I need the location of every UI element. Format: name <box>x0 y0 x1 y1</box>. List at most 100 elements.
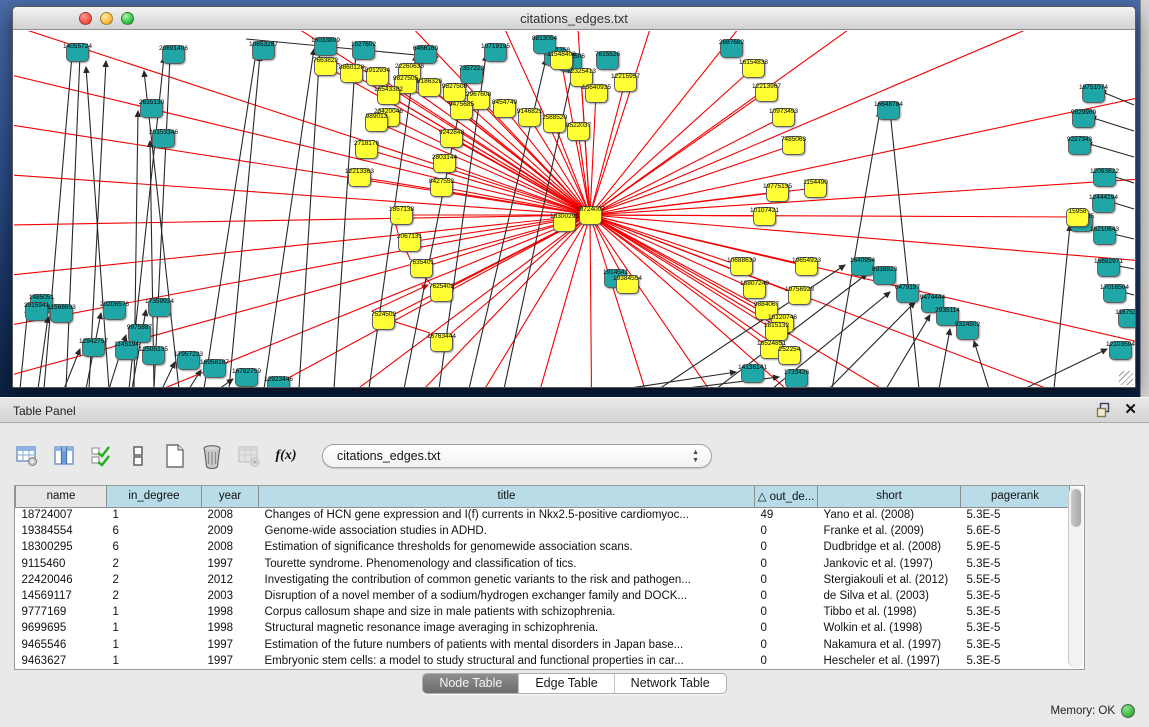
table-cell[interactable]: 2009 <box>202 523 259 539</box>
graph-node[interactable]: 7663822 <box>314 57 337 76</box>
graph-node[interactable]: 14055724 <box>66 43 89 62</box>
graph-node[interactable]: 20153346 <box>152 129 175 148</box>
new-table-button[interactable] <box>162 443 188 469</box>
graph-node[interactable]: 16210643 <box>1093 226 1116 245</box>
table-row[interactable]: 1938455462009Genome-wide association stu… <box>16 523 1070 539</box>
graph-node[interactable]: 16033809 <box>314 37 337 56</box>
table-cell[interactable]: 5.6E-5 <box>961 523 1070 539</box>
table-cell[interactable]: 1 <box>107 653 202 669</box>
network-window[interactable]: citations_edges.txt 14055724206914061065… <box>12 6 1136 388</box>
table-cell[interactable]: 18300295 <box>16 539 107 555</box>
table-row[interactable]: 1872400712008Changes of HCN gene express… <box>16 507 1070 523</box>
graph-node[interactable]: 20691406 <box>162 45 185 64</box>
graph-node[interactable]: 7635401 <box>410 259 433 278</box>
table-cell[interactable]: 6 <box>107 539 202 555</box>
network-window-titlebar[interactable]: citations_edges.txt <box>13 7 1135 30</box>
graph-node[interactable]: 17016504 <box>1103 284 1126 303</box>
graph-node[interactable]: 16543382 <box>377 86 400 105</box>
table-cell[interactable]: 5.3E-5 <box>961 588 1070 604</box>
graph-node[interactable]: 1154490 <box>804 179 827 198</box>
graph-node[interactable]: 12215957 <box>614 73 637 92</box>
graph-node[interactable]: 15958 <box>1066 208 1089 227</box>
table-cell[interactable]: Structural magnetic resonance image aver… <box>259 620 755 636</box>
table-scrollbar[interactable] <box>1068 487 1083 668</box>
graph-node[interactable]: 12923446 <box>267 376 290 387</box>
graph-node[interactable]: 11548408 <box>550 51 573 70</box>
table-cell[interactable]: 5.3E-5 <box>961 604 1070 620</box>
graph-node[interactable]: 1857138 <box>390 206 413 225</box>
graph-node[interactable]: 12213967 <box>755 83 778 102</box>
column-header-name[interactable]: name <box>16 486 107 507</box>
table-cell[interactable]: 0 <box>755 620 818 636</box>
table-cell[interactable]: 2008 <box>202 507 259 523</box>
table-row[interactable]: 969969511998Structural magnetic resonanc… <box>16 620 1070 636</box>
graph-node[interactable]: 8427552 <box>430 178 453 197</box>
table-cell[interactable]: 1997 <box>202 653 259 669</box>
graph-node[interactable]: 1733426 <box>785 369 808 387</box>
graph-node[interactable]: 19756928 <box>788 286 811 305</box>
table-cell[interactable]: 2008 <box>202 539 259 555</box>
table-cell[interactable]: 0 <box>755 588 818 604</box>
table-cell[interactable]: Genome-wide association studies in ADHD. <box>259 523 755 539</box>
table-cell[interactable]: 5.9E-5 <box>961 539 1070 555</box>
table-cell[interactable]: Embryonic stem cells: a model to study s… <box>259 653 755 669</box>
graph-node[interactable]: 16763444 <box>430 333 453 352</box>
graph-node[interactable]: 11675343 <box>1118 309 1135 328</box>
graph-node[interactable]: 6479197 <box>896 284 919 303</box>
table-cell[interactable]: 0 <box>755 572 818 588</box>
graph-node[interactable]: 7615526 <box>596 51 619 70</box>
network-canvas[interactable]: 1405572420691406106532871603380915276026… <box>14 31 1135 387</box>
graph-node[interactable]: 16648784 <box>877 101 900 120</box>
graph-node[interactable]: 7357223 <box>460 65 483 84</box>
graph-node[interactable]: 13640935 <box>585 84 608 103</box>
graph-node[interactable]: 8186328 <box>418 78 441 97</box>
table-cell[interactable]: 0 <box>755 539 818 555</box>
select-columns-button[interactable] <box>88 443 114 469</box>
graph-node[interactable]: 12444194 <box>1092 194 1115 213</box>
table-settings-button[interactable] <box>14 443 40 469</box>
graph-node[interactable]: 16958187 <box>203 359 226 378</box>
column-header-out_de[interactable]: △ out_de... <box>755 486 818 507</box>
graph-node[interactable]: 19654923 <box>795 257 818 276</box>
graph-node[interactable]: 17957223 <box>177 351 200 370</box>
graph-node[interactable]: 252254 <box>778 346 801 365</box>
table-cell[interactable]: Investigating the contribution of common… <box>259 572 755 588</box>
table-cell[interactable]: 1 <box>107 637 202 653</box>
graph-node[interactable]: 7524502 <box>372 311 395 330</box>
table-cell[interactable]: Estimation of significance thresholds fo… <box>259 539 755 555</box>
graph-node[interactable]: 3915941 <box>25 302 48 321</box>
graph-node[interactable]: 17359924 <box>148 298 171 317</box>
graph-node[interactable]: 8938923 <box>873 266 896 285</box>
column-header-in_degree[interactable]: in_degree <box>107 486 202 507</box>
table-cell[interactable]: Yano et al. (2008) <box>818 507 961 523</box>
table-cell[interactable]: 9115460 <box>16 556 107 572</box>
graph-node[interactable]: 19775135 <box>766 183 789 202</box>
graph-node[interactable]: 16782759 <box>235 368 258 387</box>
graph-node[interactable]: 14136141 <box>741 364 764 383</box>
graph-node[interactable]: 12505135 <box>142 346 165 365</box>
graph-node[interactable]: 7485063 <box>782 136 805 155</box>
table-cell[interactable]: 9699695 <box>16 620 107 636</box>
table-cell[interactable]: Nakamura et al. (1997) <box>818 637 961 653</box>
table-row[interactable]: 946554611997Estimation of the future num… <box>16 637 1070 653</box>
graph-node[interactable]: 6466160 <box>414 45 437 64</box>
table-cell[interactable]: 5.3E-5 <box>961 507 1070 523</box>
graph-hub-node[interactable]: 18724007 <box>579 206 602 225</box>
tab-node-table[interactable]: Node Table <box>423 674 519 693</box>
graph-node[interactable]: 8860128 <box>340 64 363 83</box>
window-resize-grip[interactable] <box>1119 371 1133 385</box>
table-cell[interactable]: Jankovic et al. (1997) <box>818 556 961 572</box>
graph-node[interactable]: 12103504 <box>1109 341 1132 360</box>
table-cell[interactable]: 9465546 <box>16 637 107 653</box>
table-cell[interactable]: 5.3E-5 <box>961 653 1070 669</box>
table-cell[interactable]: 5.3E-5 <box>961 637 1070 653</box>
table-cell[interactable]: 1997 <box>202 556 259 572</box>
network-table-selector[interactable]: citations_edges.txt ▲▼ <box>322 444 712 468</box>
table-cell[interactable]: 2 <box>107 572 202 588</box>
graph-node[interactable]: 15692971 <box>1097 258 1120 277</box>
table-cell[interactable]: 2012 <box>202 572 259 588</box>
graph-node[interactable]: 19384554 <box>616 275 639 294</box>
table-cell[interactable]: 2 <box>107 556 202 572</box>
graph-node[interactable]: 1815132 <box>765 322 788 341</box>
table-cell[interactable]: 2003 <box>202 588 259 604</box>
